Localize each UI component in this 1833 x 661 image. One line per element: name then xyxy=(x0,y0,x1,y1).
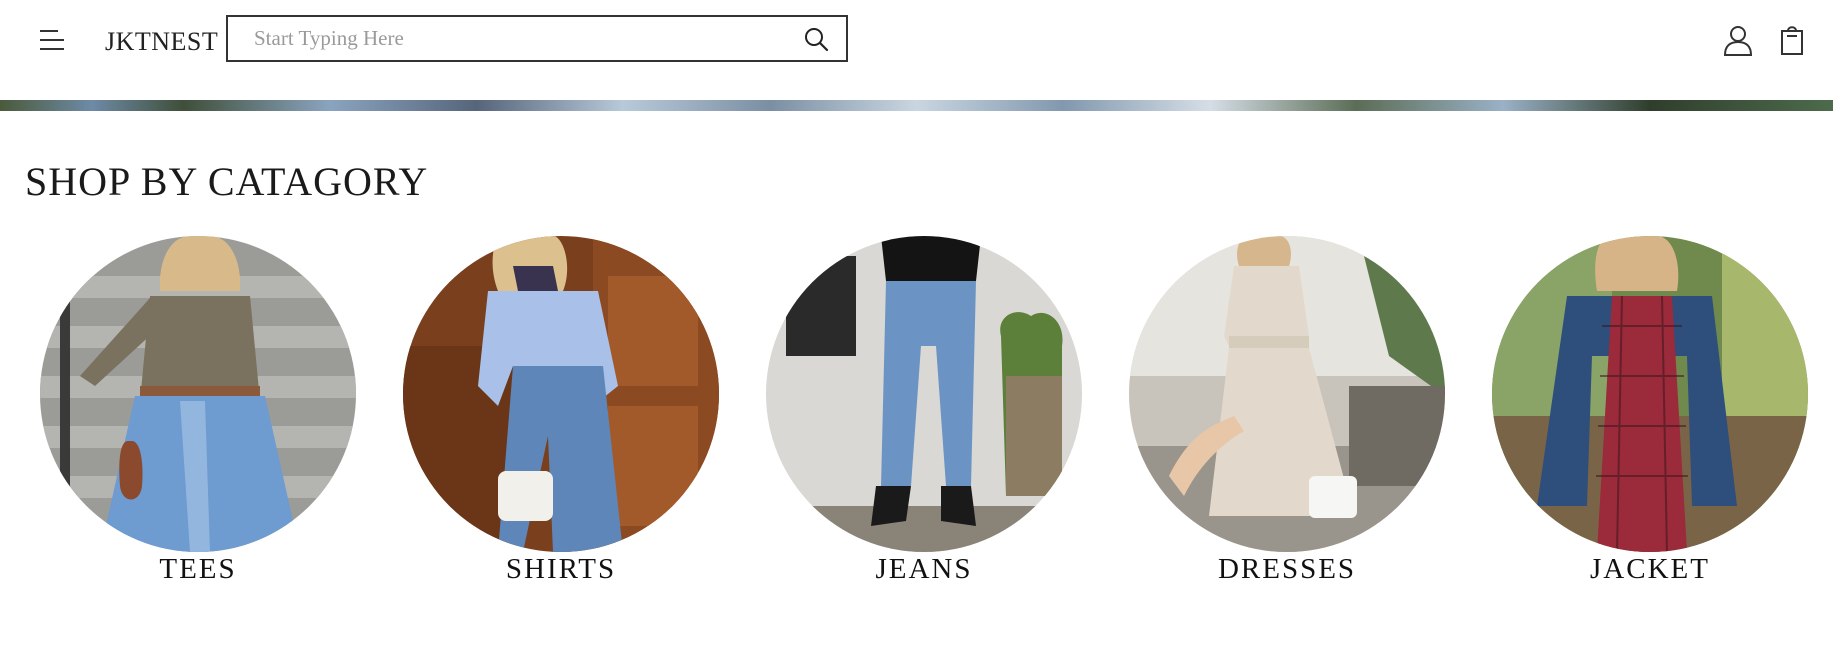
category-label-tees[interactable]: TEES xyxy=(40,552,356,586)
category-card-jeans[interactable]: JEANS xyxy=(766,236,1082,586)
category-label-shirts[interactable]: SHIRTS xyxy=(403,552,719,586)
search-bar xyxy=(226,15,848,62)
category-image-jeans[interactable] xyxy=(766,236,1082,552)
section-title: SHOP BY CATAGORY xyxy=(25,159,429,204)
category-card-dresses[interactable]: DRESSES xyxy=(1129,236,1445,586)
category-label-jacket[interactable]: JACKET xyxy=(1492,552,1808,586)
hero-banner-edge xyxy=(0,100,1833,111)
category-card-shirts[interactable]: SHIRTS xyxy=(403,236,719,586)
category-label-dresses[interactable]: DRESSES xyxy=(1129,552,1445,586)
hamburger-menu-icon[interactable] xyxy=(40,28,68,52)
user-icon[interactable] xyxy=(1722,24,1754,56)
site-header: JKTNEST xyxy=(0,0,1833,100)
search-icon[interactable] xyxy=(786,17,846,60)
category-card-jacket[interactable]: JACKET xyxy=(1492,236,1808,586)
category-image-tees[interactable] xyxy=(40,236,356,552)
category-image-shirts[interactable] xyxy=(403,236,719,552)
site-logo[interactable]: JKTNEST xyxy=(105,27,218,57)
search-input[interactable] xyxy=(228,16,786,61)
category-image-jacket[interactable] xyxy=(1492,236,1808,552)
category-image-dresses[interactable] xyxy=(1129,236,1445,552)
shopping-bag-icon[interactable] xyxy=(1778,24,1806,56)
category-card-tees[interactable]: TEES xyxy=(40,236,356,586)
category-label-jeans[interactable]: JEANS xyxy=(766,552,1082,586)
